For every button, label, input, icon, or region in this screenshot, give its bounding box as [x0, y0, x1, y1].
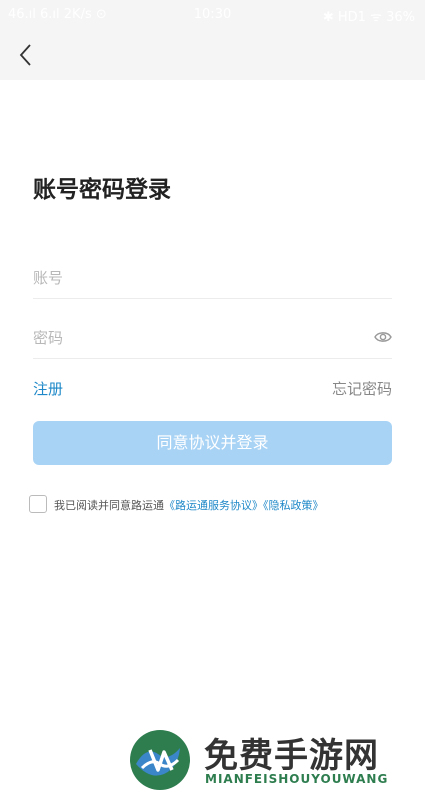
watermark-text-en: MIANFEISHOUYOUWANG: [205, 772, 389, 786]
service-agreement-link[interactable]: 《路运通服务协议》: [164, 499, 263, 512]
watermark-text-cn: 免费手游网: [204, 736, 379, 776]
agreement-prefix: 我已阅读并同意路运通: [54, 499, 164, 512]
forgot-password-link[interactable]: 忘记密码: [332, 378, 392, 399]
watermark-logo-icon: [130, 730, 190, 790]
nav-bar: [0, 30, 425, 80]
chevron-left-icon: [19, 44, 31, 66]
account-field[interactable]: [33, 258, 392, 299]
page-title: 账号密码登录: [33, 177, 171, 203]
login-button[interactable]: 同意协议并登录: [33, 421, 392, 465]
privacy-policy-link[interactable]: 《隐私政策》: [263, 499, 324, 512]
show-password-toggle[interactable]: [374, 328, 392, 346]
password-field[interactable]: [33, 318, 392, 359]
agreement-row: 我已阅读并同意路运通《路运通服务协议》《隐私政策》: [29, 495, 409, 515]
account-input[interactable]: [33, 258, 353, 298]
password-input[interactable]: [33, 318, 353, 358]
watermark: 免费手游网 MIANFEISHOUYOUWANG: [128, 728, 418, 794]
agreement-checkbox[interactable]: [29, 495, 47, 513]
agreement-text: 我已阅读并同意路运通《路运通服务协议》《隐私政策》: [54, 497, 324, 513]
status-battery: ✱ HD1 ᯤ 36%: [322, 10, 415, 25]
register-link[interactable]: 注册: [33, 378, 63, 399]
eye-icon: [374, 332, 392, 342]
auth-links: 注册 忘记密码: [33, 378, 392, 400]
back-button[interactable]: [12, 40, 42, 70]
status-bar: 46.ıl 6.ıl 2K/s ⊙ 10:30 ✱ HD1 ᯤ 36%: [0, 0, 425, 30]
